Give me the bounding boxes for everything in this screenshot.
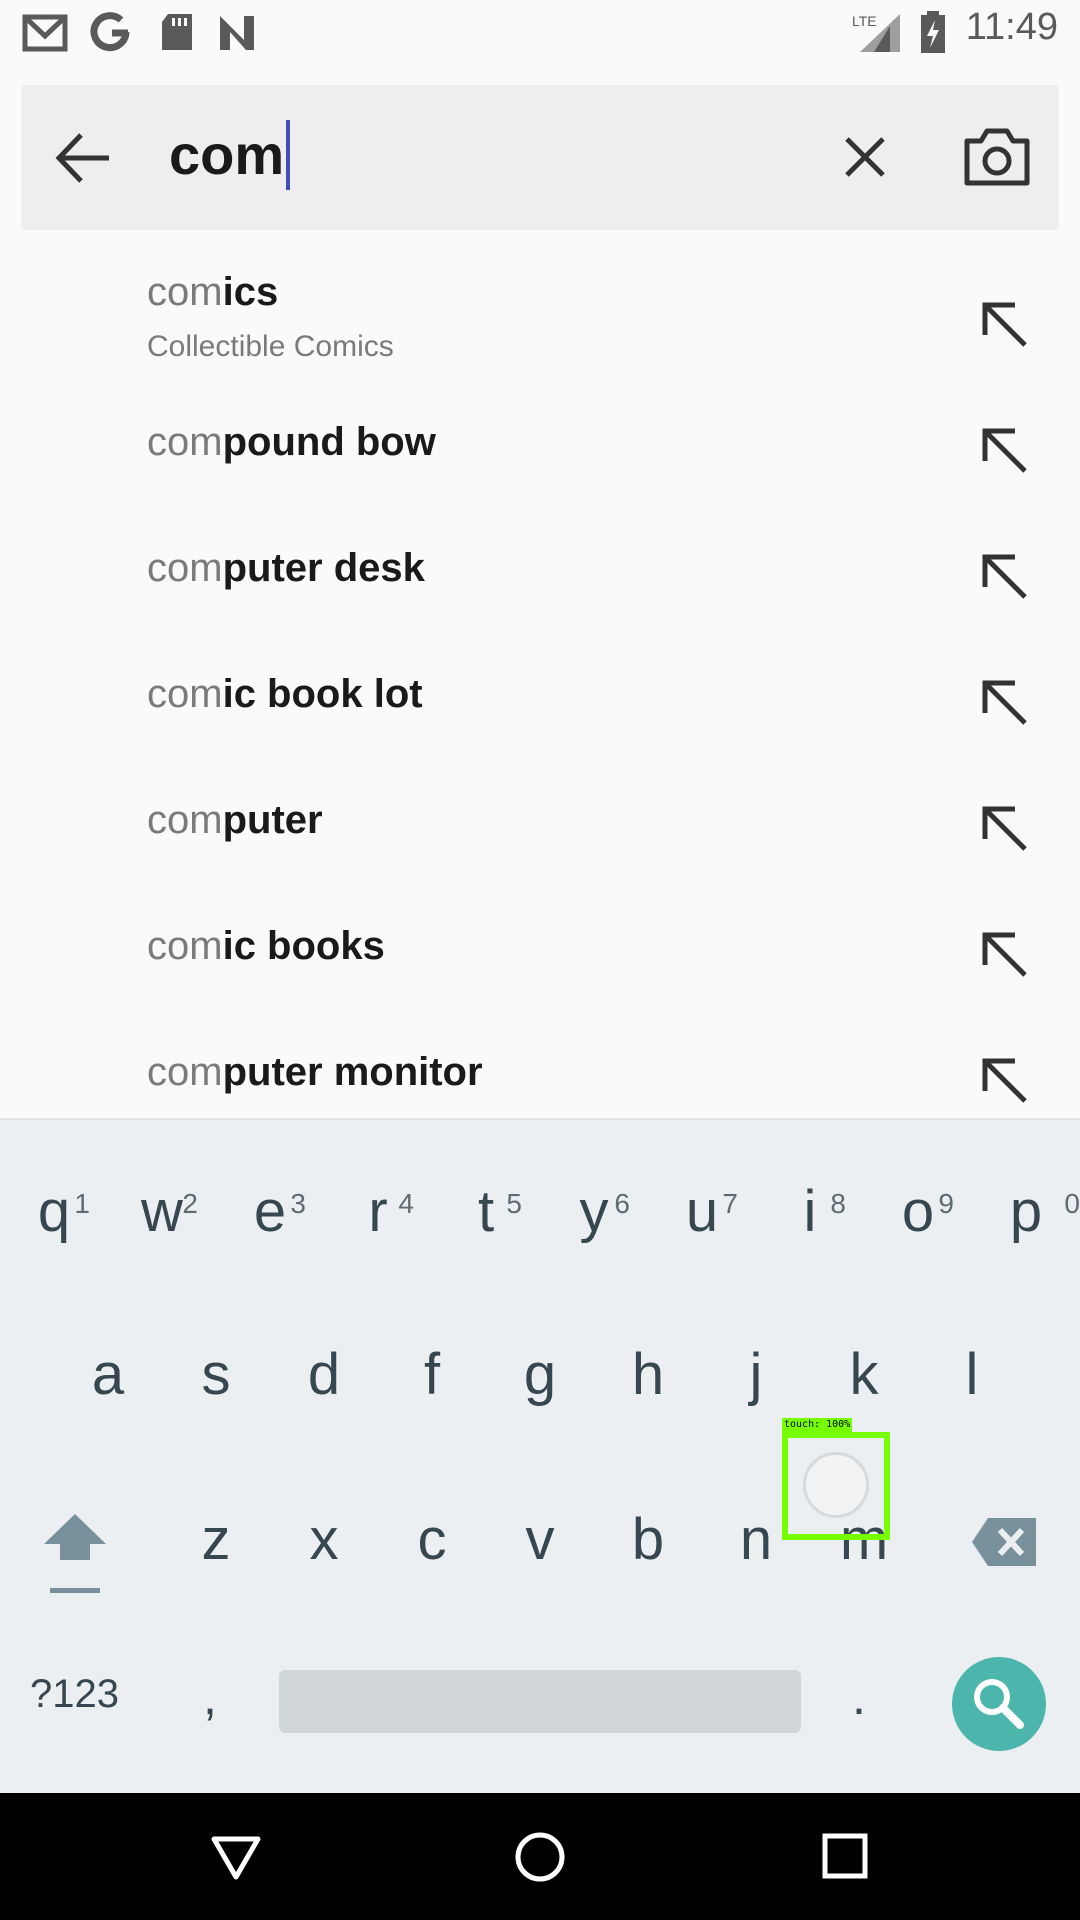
- status-time: 11:49: [965, 6, 1058, 48]
- suggestion-text: comic books: [147, 924, 385, 968]
- key-b[interactable]: b: [594, 1490, 702, 1590]
- google-icon: [90, 12, 130, 52]
- key-p[interactable]: p0: [972, 1162, 1080, 1262]
- lte-signal-icon: LTE: [852, 13, 900, 52]
- nav-back-icon[interactable]: [210, 1831, 262, 1883]
- search-query-text: com: [169, 123, 285, 186]
- key-k[interactable]: k: [810, 1325, 918, 1425]
- suggestion-text: computer: [147, 798, 323, 842]
- soft-keyboard: q1 w2 e3 r4 t5 y6 u7 i8 o9 p0 a s d f g …: [0, 1118, 1080, 1795]
- status-bar: LTE 11:49: [0, 0, 1080, 63]
- n-app-icon: [220, 16, 254, 50]
- key-q[interactable]: q1: [0, 1162, 108, 1262]
- suggestion-subtitle: Collectible Comics: [147, 330, 394, 363]
- network-label: LTE: [852, 13, 877, 29]
- battery-charging-icon: [921, 11, 945, 53]
- period-key[interactable]: .: [852, 1668, 866, 1726]
- key-u[interactable]: u7: [648, 1162, 756, 1262]
- key-o[interactable]: o9: [864, 1162, 972, 1262]
- key-s[interactable]: s: [162, 1325, 270, 1425]
- text-cursor: [286, 120, 291, 190]
- search-input[interactable]: com: [169, 120, 291, 190]
- key-c[interactable]: c: [378, 1490, 486, 1590]
- fill-query-arrow-icon[interactable]: [975, 421, 1035, 481]
- key-e[interactable]: e3: [216, 1162, 324, 1262]
- nav-recents-icon[interactable]: [820, 1831, 870, 1881]
- key-g[interactable]: g: [486, 1325, 594, 1425]
- suggestion-item[interactable]: compound bow: [0, 376, 1080, 502]
- backspace-icon[interactable]: [970, 1515, 1040, 1569]
- key-d[interactable]: d: [270, 1325, 378, 1425]
- key-i[interactable]: i8: [756, 1162, 864, 1262]
- key-y[interactable]: y6: [540, 1162, 648, 1262]
- key-r[interactable]: r4: [324, 1162, 432, 1262]
- suggestion-item[interactable]: computer: [0, 754, 1080, 880]
- key-l[interactable]: l: [918, 1325, 1026, 1425]
- fill-query-arrow-icon[interactable]: [975, 799, 1035, 859]
- key-v[interactable]: v: [486, 1490, 594, 1590]
- suggestion-item[interactable]: comic book lot: [0, 628, 1080, 754]
- gmail-icon: [22, 14, 68, 52]
- key-j[interactable]: j: [702, 1325, 810, 1425]
- fill-query-arrow-icon[interactable]: [975, 673, 1035, 733]
- touch-indicator-box: [782, 1432, 890, 1540]
- key-h[interactable]: h: [594, 1325, 702, 1425]
- arrow-back-icon[interactable]: [49, 123, 119, 193]
- navigation-bar: [0, 1793, 1080, 1920]
- keyboard-search-button[interactable]: [952, 1657, 1046, 1751]
- key-f[interactable]: f: [378, 1325, 486, 1425]
- fill-query-arrow-icon[interactable]: [975, 547, 1035, 607]
- suggestion-text: computer desk: [147, 546, 425, 590]
- suggestion-item[interactable]: comic books: [0, 880, 1080, 1006]
- suggestion-text: comic book lot: [147, 672, 423, 716]
- symbols-key[interactable]: ?123: [30, 1672, 119, 1717]
- suggestion-text: computer monitor: [147, 1050, 483, 1094]
- suggestion-text: compound bow: [147, 420, 436, 464]
- suggestion-item[interactable]: computer monitor: [0, 1006, 1080, 1132]
- search-icon: [974, 1679, 1024, 1729]
- space-key[interactable]: [279, 1670, 801, 1733]
- key-a[interactable]: a: [54, 1325, 162, 1425]
- suggestion-item[interactable]: computer desk: [0, 502, 1080, 628]
- fill-query-arrow-icon[interactable]: [975, 925, 1035, 985]
- shift-key-icon[interactable]: [40, 1510, 110, 1600]
- fill-query-arrow-icon[interactable]: [975, 1051, 1035, 1111]
- key-t[interactable]: t5: [432, 1162, 540, 1262]
- nav-home-icon[interactable]: [512, 1829, 568, 1885]
- key-x[interactable]: x: [270, 1490, 378, 1590]
- comma-key[interactable]: ,: [203, 1668, 217, 1726]
- suggestion-text: comics: [147, 270, 279, 314]
- close-icon[interactable]: [833, 125, 897, 189]
- sd-card-icon: [162, 14, 192, 50]
- camera-icon[interactable]: [961, 121, 1033, 193]
- fill-query-arrow-icon[interactable]: [975, 295, 1035, 355]
- key-w[interactable]: w2: [108, 1162, 216, 1262]
- touch-indicator-label: touch: 100%: [782, 1418, 853, 1432]
- search-bar: com: [21, 85, 1059, 230]
- key-z[interactable]: z: [162, 1490, 270, 1590]
- suggestion-item[interactable]: comics Collectible Comics: [0, 250, 1080, 376]
